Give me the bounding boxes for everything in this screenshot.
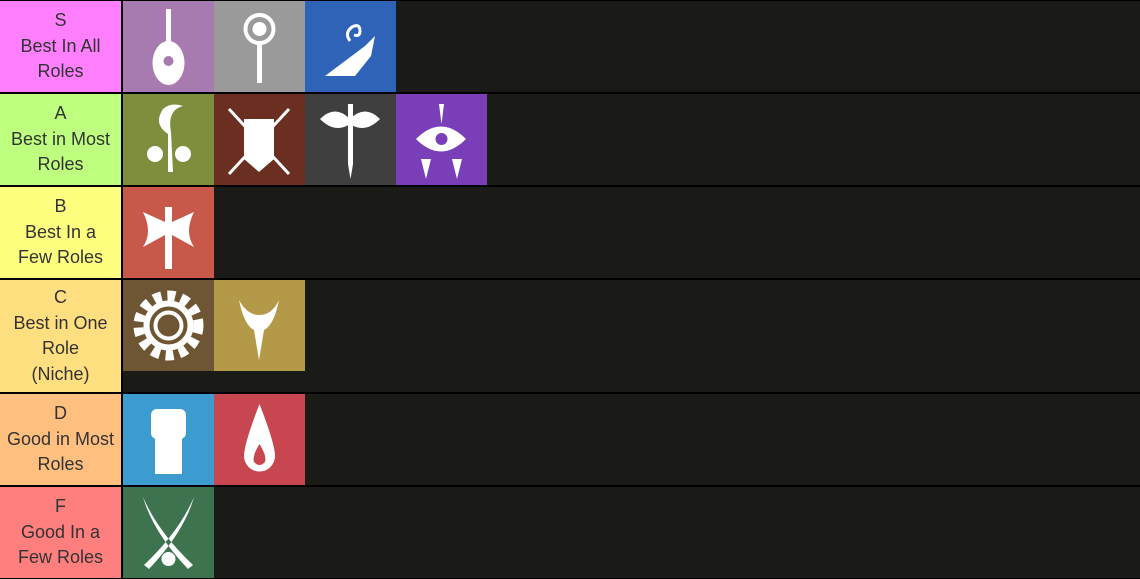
battle-axe-icon bbox=[123, 187, 214, 278]
tier-items-s bbox=[123, 1, 1140, 92]
tier-items-b bbox=[123, 187, 1140, 278]
tier-row-s: S Best In All Roles bbox=[0, 1, 1140, 92]
tier-item-barbarian-axe[interactable] bbox=[123, 187, 214, 278]
tier-row-b: B Best In a Few Roles bbox=[0, 187, 1140, 278]
tier-item-artificer-gear[interactable] bbox=[123, 280, 214, 371]
tier-label-a[interactable]: A Best in Most Roles bbox=[0, 94, 123, 185]
tier-item-fighter-shield[interactable] bbox=[214, 94, 305, 185]
tier-item-warlock-eye[interactable] bbox=[396, 94, 487, 185]
eye-icon bbox=[396, 94, 487, 185]
gear-icon bbox=[123, 280, 214, 371]
tier-item-cleric-mace[interactable] bbox=[214, 1, 305, 92]
tier-item-rogue-mask[interactable] bbox=[305, 94, 396, 185]
tier-item-paladin-helm[interactable] bbox=[214, 280, 305, 371]
flame-drop-icon bbox=[214, 394, 305, 485]
fist-icon bbox=[123, 394, 214, 485]
tier-item-bard-lute[interactable] bbox=[123, 1, 214, 92]
sickle-icon bbox=[123, 94, 214, 185]
tier-items-a bbox=[123, 94, 1140, 185]
crossed-blades-icon bbox=[123, 487, 214, 578]
tier-label-f[interactable]: F Good In a Few Roles bbox=[0, 487, 123, 578]
tier-label-d[interactable]: D Good in Most Roles bbox=[0, 394, 123, 485]
tier-row-c: C Best in One Role (Niche) bbox=[0, 280, 1140, 392]
magic-hand-icon bbox=[305, 1, 396, 92]
tier-row-d: D Good in Most Roles bbox=[0, 394, 1140, 485]
tier-item-druid-sickle[interactable] bbox=[123, 94, 214, 185]
tier-item-wizard-flame[interactable] bbox=[214, 394, 305, 485]
tier-item-monk-fist[interactable] bbox=[123, 394, 214, 485]
tier-item-ranger-blades[interactable] bbox=[123, 487, 214, 578]
tier-list-board: TiERMAKER S Best In All RolesA Best in M… bbox=[0, 0, 1140, 579]
tier-row-f: F Good In a Few Roles bbox=[0, 487, 1140, 578]
tier-items-c bbox=[123, 280, 1140, 392]
tier-items-d bbox=[123, 394, 1140, 485]
tier-label-s[interactable]: S Best In All Roles bbox=[0, 1, 123, 92]
shield-weapons-icon bbox=[214, 94, 305, 185]
tier-items-f bbox=[123, 487, 1140, 578]
tier-row-a: A Best in Most Roles bbox=[0, 94, 1140, 185]
tier-item-sorcerer-hand[interactable] bbox=[305, 1, 396, 92]
winged-helm-icon bbox=[214, 280, 305, 371]
sun-mace-icon bbox=[214, 1, 305, 92]
lute-icon bbox=[123, 1, 214, 92]
tier-label-b[interactable]: B Best In a Few Roles bbox=[0, 187, 123, 278]
mask-dagger-icon bbox=[305, 94, 396, 185]
tier-label-c[interactable]: C Best in One Role (Niche) bbox=[0, 280, 123, 392]
